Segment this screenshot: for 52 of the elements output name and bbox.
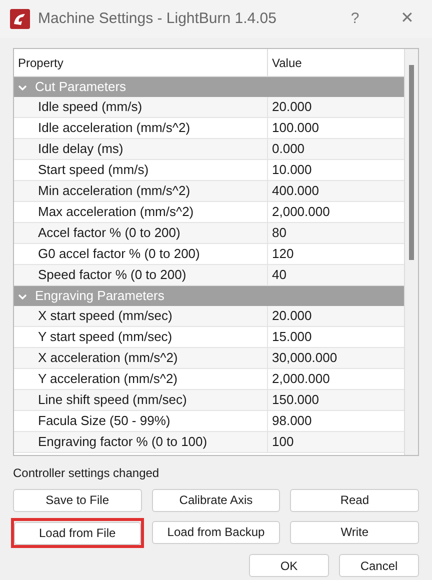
value-cell[interactable]: 15.000	[268, 327, 404, 347]
value-cell[interactable]: 120	[268, 244, 404, 264]
value-cell[interactable]: 400.000	[268, 181, 404, 201]
column-header[interactable]: Value	[268, 49, 404, 76]
chevron-icon	[18, 82, 27, 92]
property-cell: Speed factor % (0 to 200)	[14, 265, 268, 285]
property-cell: Idle acceleration (mm/s^2)	[14, 118, 268, 138]
action-button[interactable]: Read	[290, 488, 419, 512]
column-header[interactable]: Property	[14, 49, 268, 76]
action-button[interactable]: Load from File	[14, 522, 141, 544]
property-cell: Idle delay (ms)	[14, 139, 268, 159]
action-button[interactable]: Load from Backup	[152, 520, 280, 544]
property-cell: Accel factor % (0 to 200)	[14, 223, 268, 243]
property-cell: Y start speed (mm/sec)	[14, 327, 268, 347]
action-button[interactable]: Write	[290, 520, 419, 544]
value-cell[interactable]: 150.000	[268, 390, 404, 410]
value-cell[interactable]: 2,000.000	[268, 202, 404, 222]
property-cell: Y acceleration (mm/s^2)	[14, 369, 268, 389]
property-cell: Engraving factor % (0 to 100)	[14, 432, 268, 452]
value-cell[interactable]: 100	[268, 432, 404, 452]
value-cell[interactable]: 20.000	[268, 306, 404, 326]
group-title: Engraving Parameters	[35, 287, 164, 306]
window-title: Machine Settings - LightBurn 1.4.05	[38, 8, 276, 29]
value-cell[interactable]: 2,000.000	[268, 369, 404, 389]
property-cell: Idle speed (mm/s)	[14, 97, 268, 117]
property-cell: Start speed (mm/s)	[14, 160, 268, 180]
value-cell[interactable]: 40	[268, 265, 404, 285]
value-cell[interactable]: 20.000	[268, 97, 404, 117]
property-cell: G0 accel factor % (0 to 200)	[14, 244, 268, 264]
dialog-button[interactable]: OK	[249, 554, 329, 577]
scrollbar-drawing[interactable]	[404, 49, 418, 455]
action-button[interactable]: Calibrate Axis	[152, 488, 280, 512]
property-cell: X start speed (mm/sec)	[14, 306, 268, 326]
value-cell[interactable]: 0.000	[268, 139, 404, 159]
app-logo-icon	[10, 9, 30, 29]
chevron-icon	[18, 292, 27, 300]
help-button[interactable]: ?	[340, 8, 370, 30]
value-cell[interactable]: 80	[268, 223, 404, 243]
property-cell: Facula Size (50 - 99%)	[14, 411, 268, 431]
property-cell: Max acceleration (mm/s^2)	[14, 202, 268, 222]
value-cell[interactable]: 30,000.000	[268, 348, 404, 368]
value-cell[interactable]: 100.000	[268, 118, 404, 138]
dialog-button[interactable]: Cancel	[339, 554, 419, 577]
action-button[interactable]: Save to File	[13, 488, 142, 512]
close-button[interactable]: ✕	[392, 7, 422, 31]
group-title: Cut Parameters	[35, 78, 126, 96]
value-cell[interactable]: 98.000	[268, 411, 404, 431]
value-cell[interactable]: 10.000	[268, 160, 404, 180]
property-cell: Line shift speed (mm/sec)	[14, 390, 268, 410]
property-cell: Min acceleration (mm/s^2)	[14, 181, 268, 201]
property-cell: X acceleration (mm/s^2)	[14, 348, 268, 368]
status-text: Controller settings changed	[13, 465, 160, 482]
